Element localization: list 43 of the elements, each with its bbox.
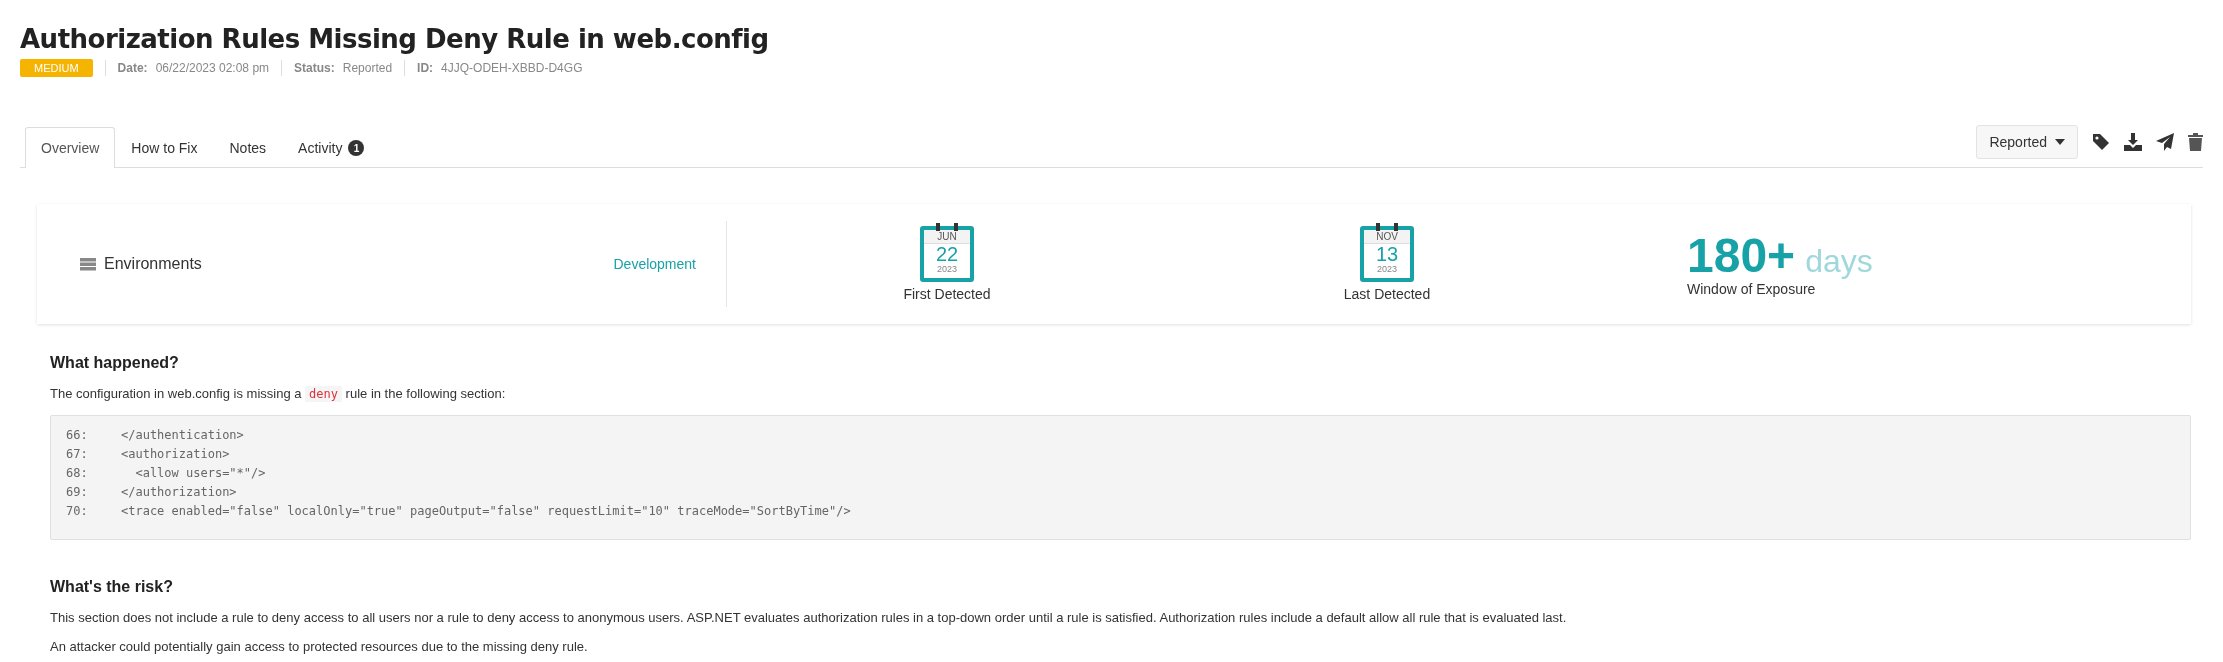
meta-label: Date: — [117, 61, 148, 75]
trash-icon[interactable] — [2188, 133, 2203, 151]
section-heading: What happened? — [50, 354, 180, 372]
tab[interactable]: How to Fix — [115, 127, 214, 168]
code-line: <allow users="*"/> — [134, 465, 266, 482]
tab[interactable]: Activity 1 — [282, 127, 381, 168]
section-heading: What's the risk? — [50, 578, 174, 596]
exposure-value: 180+ — [1687, 231, 1796, 281]
description-text: The configuration in web.config is missing a deny rule in the following section: — [50, 386, 507, 401]
meta-value: Reported — [342, 61, 393, 75]
download-icon[interactable] — [2124, 133, 2142, 151]
code-line: <trace enabled="false" localOnly="true" pageOutput="false" requestLimit="10" traceMode="SortByTime"/> — [121, 503, 851, 520]
line-number: 67: — [66, 446, 89, 463]
count-badge: 1 — [348, 140, 365, 156]
calendar-icon: JUN 22 2023 — [920, 226, 974, 282]
date-label: First Detected — [903, 286, 991, 302]
meta-label: Status: — [294, 61, 335, 75]
caret-icon — [2055, 139, 2065, 145]
tab[interactable]: Overview — [25, 127, 116, 168]
meta-label: ID: — [417, 61, 434, 75]
code-line: </authorization> — [121, 484, 237, 501]
severity-badge: MEDIUM — [20, 59, 93, 77]
calendar-icon: NOV 13 2023 — [1360, 226, 1414, 282]
status-dropdown[interactable]: Reported — [1976, 125, 2078, 159]
meta-value: 06/22/2023 02:08 pm — [155, 61, 270, 75]
exposure-label: Window of Exposure — [1687, 281, 1817, 297]
date-label: Last Detected — [1343, 286, 1431, 302]
meta-value: 4JJQ-ODEH-XBBD-D4GG — [441, 61, 583, 75]
tab[interactable]: Notes — [213, 127, 283, 168]
send-icon[interactable] — [2156, 133, 2174, 151]
server-icon — [80, 257, 96, 271]
paragraph: An attacker could potentially gain access to protected resources due to the missing deny rule. — [50, 639, 589, 654]
code-line: </authentication> — [121, 427, 244, 444]
line-number: 68: — [66, 465, 89, 482]
environments-label: Environments — [104, 255, 202, 273]
tag-icon[interactable] — [2092, 133, 2110, 151]
line-number: 66: — [66, 427, 89, 444]
code-line: <authorization> — [121, 446, 230, 463]
exposure-unit: days — [1805, 243, 1873, 280]
line-number: 70: — [66, 503, 89, 520]
paragraph: This section does not include a rule to deny access to all users nor a rule to deny access to anonymous users. ASP.NET evaluates authorization rules in a top-down order until a rule is satisfied. Authorization rules include a default allow all rule that is evaluated last. — [50, 610, 1568, 625]
page-title: Authorization Rules Missing Deny Rule in web.config — [20, 24, 770, 54]
line-number: 69: — [66, 484, 89, 501]
